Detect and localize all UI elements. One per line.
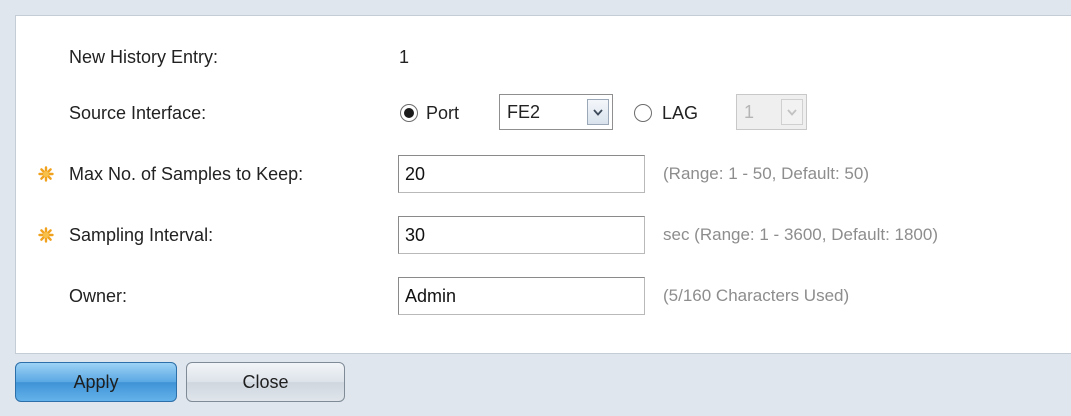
sampling-interval-row: Sampling Interval: sec (Range: 1 - 3600,… — [16, 215, 1071, 255]
max-samples-hint: (Range: 1 - 50, Default: 50) — [663, 164, 870, 183]
owner-input[interactable] — [398, 277, 645, 315]
sampling-interval-label: Sampling Interval: — [69, 225, 214, 245]
source-interface-label: Source Interface: — [69, 103, 207, 123]
lag-radio[interactable] — [634, 104, 652, 122]
lag-select: 1 — [736, 94, 807, 130]
form-panel: New History Entry: 1 Source Interface: P… — [15, 15, 1071, 354]
owner-label: Owner: — [69, 286, 128, 306]
required-field-asterisk-icon — [38, 166, 54, 182]
max-samples-label: Max No. of Samples to Keep: — [69, 164, 304, 184]
max-samples-input[interactable] — [398, 155, 645, 193]
owner-row: Owner: (5/160 Characters Used) — [16, 276, 1071, 316]
chevron-down-icon — [781, 99, 803, 125]
history-entry-row: New History Entry: 1 — [16, 37, 1071, 77]
source-interface-row: Source Interface: Port FE2 LAG 1 — [16, 93, 1071, 133]
required-field-asterisk-icon — [38, 227, 54, 243]
lag-radio-label[interactable]: LAG — [662, 93, 698, 133]
owner-hint: (5/160 Characters Used) — [663, 286, 850, 305]
lag-select-value: 1 — [744, 102, 755, 122]
history-entry-value: 1 — [399, 47, 410, 67]
chevron-down-icon[interactable] — [587, 99, 609, 125]
close-button[interactable]: Close — [186, 362, 345, 402]
max-samples-row: Max No. of Samples to Keep: (Range: 1 - … — [16, 154, 1071, 194]
history-entry-label: New History Entry: — [69, 47, 219, 67]
sampling-interval-hint: sec (Range: 1 - 3600, Default: 1800) — [663, 225, 938, 244]
port-select[interactable]: FE2 — [499, 94, 613, 130]
port-radio-label[interactable]: Port — [426, 93, 459, 133]
apply-button[interactable]: Apply — [15, 362, 177, 402]
port-select-value: FE2 — [507, 102, 541, 122]
port-radio[interactable] — [400, 104, 418, 122]
sampling-interval-input[interactable] — [398, 216, 645, 254]
